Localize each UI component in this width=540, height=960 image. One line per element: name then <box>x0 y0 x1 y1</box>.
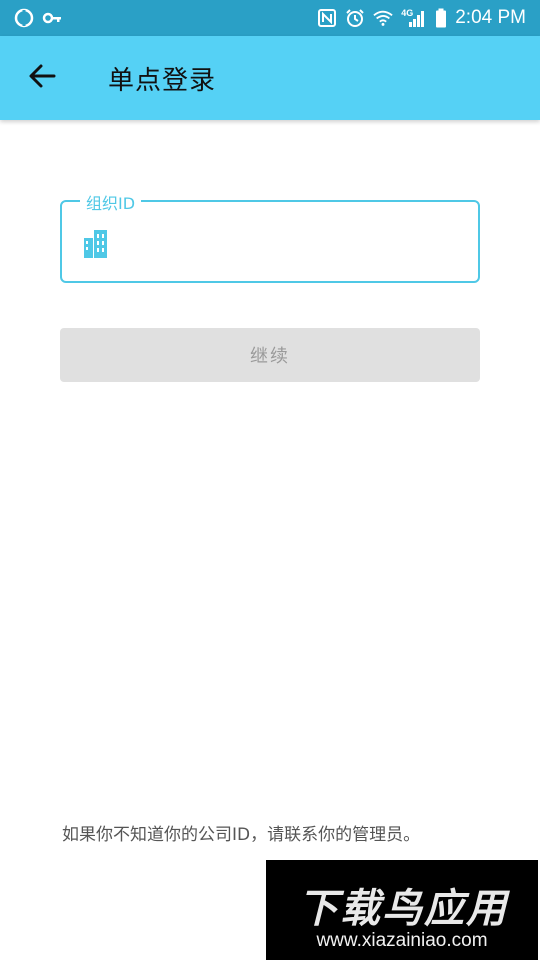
network-type: 4G <box>401 8 414 18</box>
back-button[interactable] <box>12 48 72 108</box>
admin-hint-text: 如果你不知道你的公司ID，请联系你的管理员。 <box>62 825 421 845</box>
watermark-url: www.xiazainiao.com <box>316 930 488 951</box>
building-icon <box>82 228 110 258</box>
arrow-left-icon <box>28 62 56 94</box>
battery-icon <box>435 8 447 28</box>
org-id-input[interactable] <box>122 220 462 264</box>
clock: 2:04 PM <box>455 7 526 28</box>
continue-button[interactable]: 继续 <box>60 328 480 382</box>
org-id-label: 组织ID <box>80 190 142 214</box>
wifi-icon <box>373 8 393 28</box>
alarm-icon <box>345 8 365 28</box>
watermark-title: 下载鸟应用 <box>298 886 508 932</box>
org-id-field[interactable]: 组织ID <box>60 190 480 283</box>
nfc-icon <box>317 8 337 28</box>
key-icon <box>42 8 62 28</box>
watermark: 下载鸟应用 www.xiazainiao.com <box>266 860 538 960</box>
sync-icon <box>14 8 34 28</box>
page-title: 单点登录 <box>108 65 217 96</box>
status-bar: 4G 2:04 PM <box>0 0 540 36</box>
signal-icon: 4G <box>401 8 427 28</box>
app-bar: 单点登录 <box>0 36 540 120</box>
